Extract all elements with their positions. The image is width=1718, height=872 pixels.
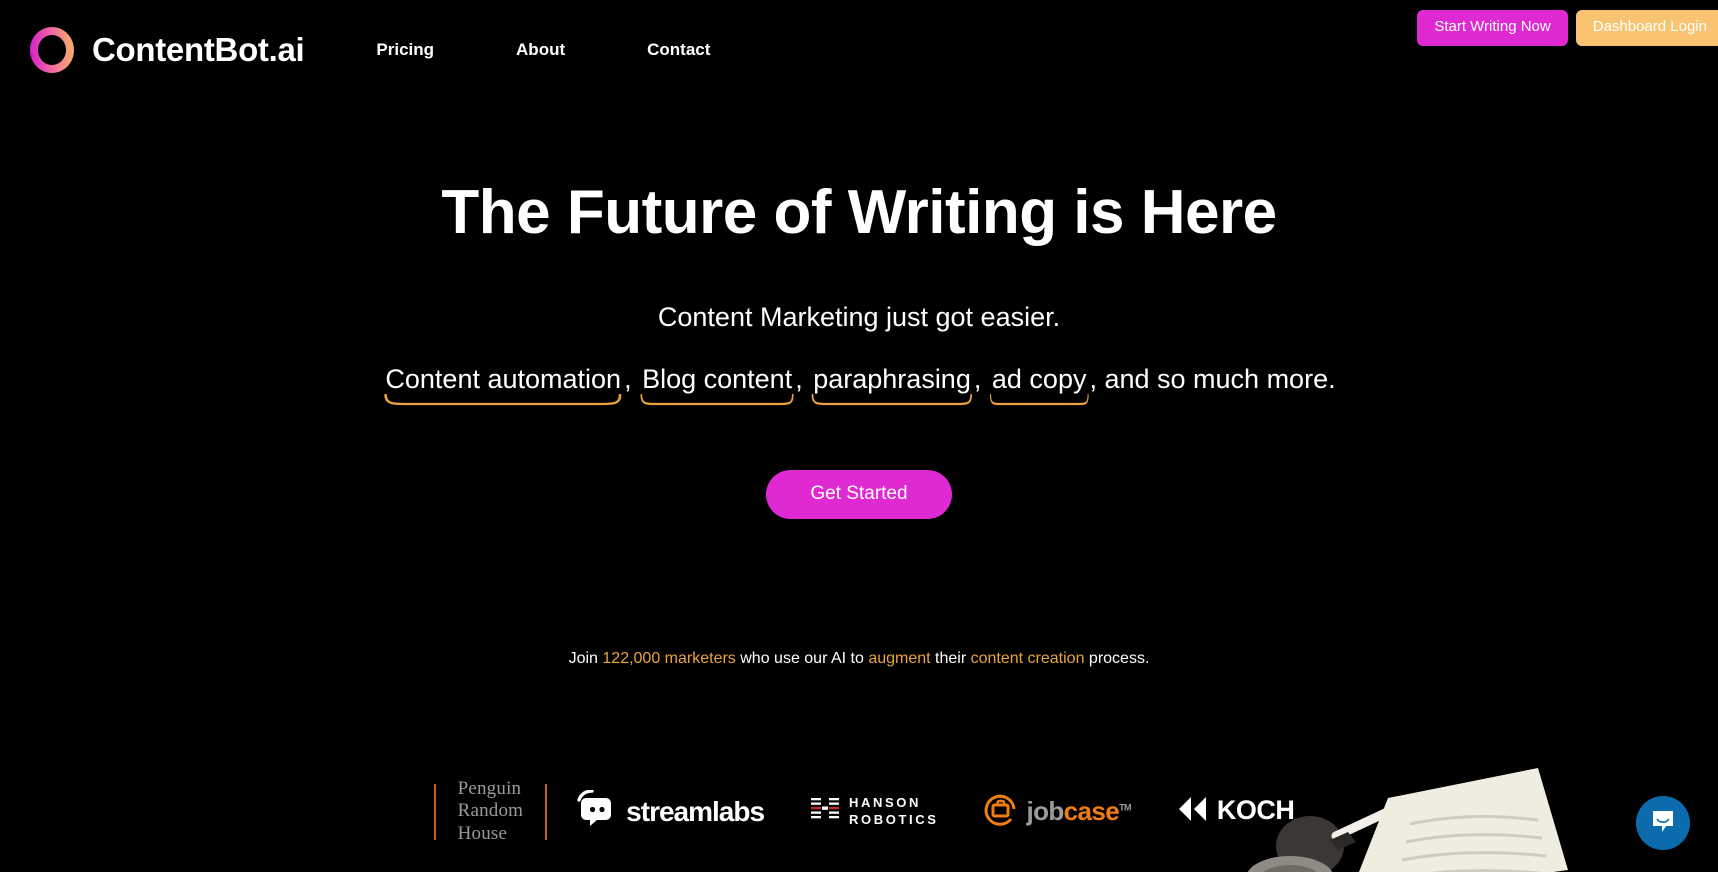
underline-squiggle-icon [989, 393, 1089, 406]
keywords-tail: , and so much more. [1089, 364, 1336, 394]
main-nav: Pricing About Contact [366, 34, 720, 66]
keyword-separator: , [795, 364, 803, 394]
hanson-line-1: HANSON [849, 795, 921, 811]
hero-subtitle: Content Marketing just got easier. [657, 302, 1061, 332]
chat-bubble-icon [1649, 807, 1677, 840]
underline-squiggle-icon [384, 393, 622, 406]
keyword-separator: , [624, 364, 632, 394]
brand-name: ContentBot.ai [92, 31, 305, 68]
social-proof-part4: process. [1084, 650, 1150, 667]
keyword-ad-copy: ad copy [989, 364, 1090, 406]
penguin-line-3: House [457, 822, 508, 844]
get-started-button[interactable]: Get Started [766, 470, 952, 519]
jobcase-briefcase-icon [982, 791, 1018, 832]
social-proof-line: Join 122,000 marketers who use our AI to… [0, 650, 1718, 668]
logo-jobcase: jobcaseTM [982, 791, 1131, 832]
jobcase-wordmark: jobcaseTM [1026, 796, 1131, 827]
logo-streamlabs: streamlabs [575, 789, 765, 833]
keyword-separator: , [973, 364, 982, 394]
social-proof-highlight-augment: augment [868, 650, 931, 667]
start-writing-now-button[interactable]: Start Writing Now [1417, 10, 1568, 46]
logo-hanson-robotics: HANSON ROBOTICS [810, 794, 938, 829]
jobcase-tm: TM [1119, 802, 1131, 813]
koch-wordmark: KOCHTM [1216, 795, 1307, 828]
koch-mark-icon [1177, 795, 1211, 828]
keyword-paraphrasing: paraphrasing [810, 364, 974, 406]
social-proof-part1: Join [568, 650, 603, 667]
jobcase-case-text: case [1063, 796, 1120, 827]
dashboard-login-button[interactable]: Dashboard Login [1575, 10, 1718, 46]
social-proof-part3: their [930, 650, 971, 667]
auth-buttons: Start Writing Now Dashboard Login [1417, 10, 1718, 46]
penguin-line-1: Penguin [457, 778, 522, 799]
client-logo-strip: Penguin Random House streamlabs HANSON R… [0, 778, 1718, 845]
hero-keyword-list: Content automation , Blog content , para… [0, 364, 1718, 406]
keyword-content-automation: Content automation [382, 364, 624, 406]
streamlabs-wordmark: streamlabs [626, 795, 765, 827]
nav-item-pricing[interactable]: Pricing [366, 34, 444, 66]
intercom-chat-launcher[interactable] [1636, 796, 1690, 850]
contentbot-ring-logo-icon [26, 24, 78, 76]
brand-logo[interactable]: ContentBot.ai [26, 24, 305, 76]
landing-page: ContentBot.ai Pricing About Contact Star… [0, 0, 1718, 872]
hanson-wordmark: HANSON ROBOTICS [849, 795, 938, 828]
penguin-line-2: Random [457, 800, 524, 822]
logo-divider [545, 783, 548, 840]
logo-divider [433, 783, 436, 840]
underline-squiggle-icon [811, 393, 973, 406]
logo-penguin-random-house: Penguin Random House [458, 778, 524, 845]
koch-tm: TM [1294, 817, 1307, 828]
nav-item-about[interactable]: About [506, 34, 575, 66]
social-proof-highlight-content-creation: content creation [970, 650, 1085, 667]
streamlabs-mark-icon [575, 789, 615, 833]
marketer-count: 122,000 marketers [602, 650, 736, 667]
jobcase-job-text: job [1026, 796, 1064, 827]
hero-title: The Future of Writing is Here [441, 178, 1277, 247]
social-proof-part2: who use our AI to [735, 650, 869, 667]
logo-koch: KOCHTM [1177, 795, 1307, 828]
hanson-mark-icon [810, 794, 840, 829]
nav-item-contact[interactable]: Contact [637, 34, 720, 66]
hanson-line-2: ROBOTICS [849, 811, 939, 827]
cta-container: Get Started [0, 470, 1718, 519]
keyword-blog-content: Blog content [639, 364, 795, 406]
underline-squiggle-icon [640, 393, 794, 406]
